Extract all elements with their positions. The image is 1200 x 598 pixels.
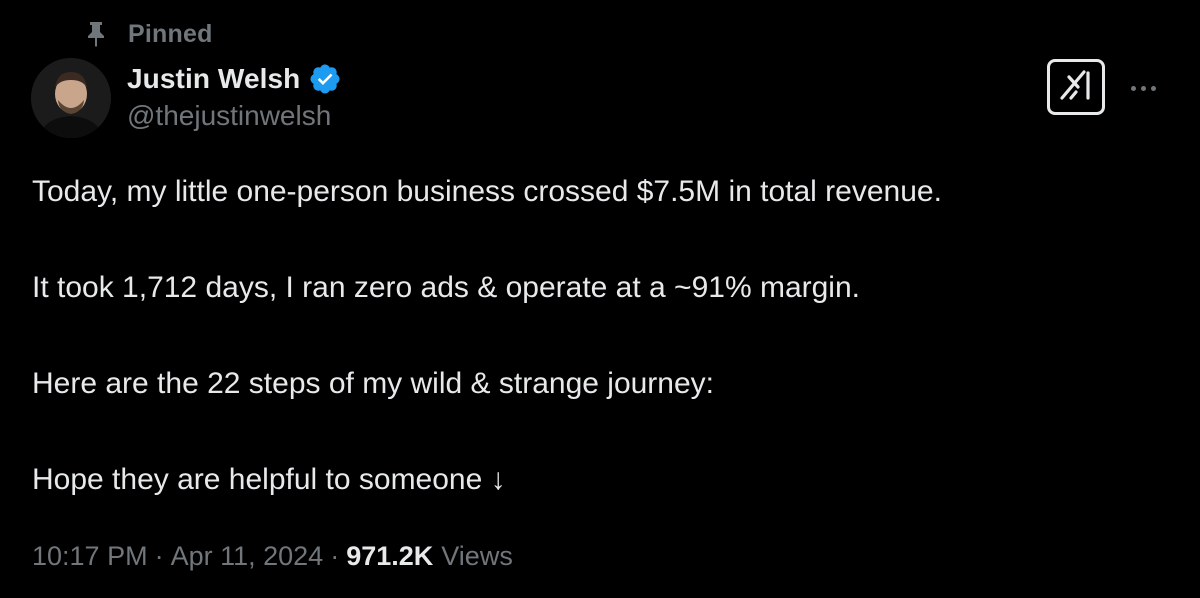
line-break [32,408,1172,456]
verified-badge-icon[interactable] [308,62,342,96]
tweet[interactable]: Pinned Justin Welsh @thejustinwelsh Toda… [0,0,1200,598]
avatar[interactable] [31,58,111,138]
tweet-line: Here are the 22 steps of my wild & stran… [32,367,715,400]
display-name[interactable]: Justin Welsh [127,63,300,95]
author-name-row[interactable]: Justin Welsh [127,60,342,98]
views-count[interactable]: 971.2K [346,541,433,572]
tweet-text: Today, my little one-person business cro… [32,168,1172,504]
more-options-button[interactable] [1122,70,1164,106]
meta-separator: · [154,540,164,571]
tweet-line: It took 1,712 days, I ran zero ads & ope… [32,271,860,304]
tweet-line: Today, my little one-person business cro… [32,175,942,208]
line-break [32,216,1172,264]
views-label[interactable]: Views [441,541,513,572]
pinned-indicator: Pinned [84,18,213,50]
tweet-time[interactable]: 10:17 PM [32,541,148,572]
more-dot [1150,85,1156,91]
pin-icon [84,20,108,48]
grok-button[interactable] [1047,59,1105,115]
pinned-label: Pinned [128,19,213,48]
meta-separator: · [330,540,340,571]
tweet-line: Hope they are helpful to someone ↓ [32,463,506,496]
grok-icon [1058,68,1094,107]
more-dot [1140,85,1146,91]
line-break [32,312,1172,360]
more-horizontal-icon [1130,85,1136,91]
tweet-meta: 10:17 PM · Apr 11, 2024 · 971.2K Views [32,536,513,576]
tweet-date[interactable]: Apr 11, 2024 [171,541,324,572]
author-handle[interactable]: @thejustinwelsh [127,100,331,132]
